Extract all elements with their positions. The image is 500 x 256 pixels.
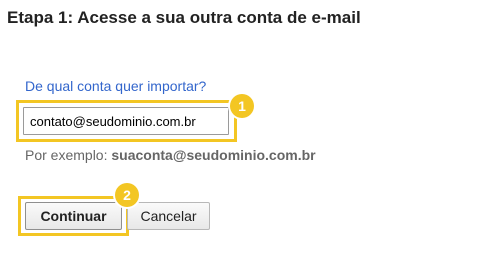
example-hint: Por exemplo: suaconta@seudominio.com.br [25, 147, 316, 163]
import-account-question-link[interactable]: De qual conta quer importar? [25, 78, 206, 94]
step-badge-2: 2 [115, 183, 139, 207]
continue-button[interactable]: Continuar [25, 202, 122, 230]
email-input[interactable] [23, 107, 229, 135]
example-prefix: Por exemplo: [25, 147, 112, 163]
step-badge-1: 1 [230, 94, 254, 118]
example-email: suaconta@seudominio.com.br [111, 147, 316, 163]
step-title: Etapa 1: Acesse a sua outra conta de e-m… [7, 8, 361, 27]
cancel-button[interactable]: Cancelar [127, 202, 210, 230]
